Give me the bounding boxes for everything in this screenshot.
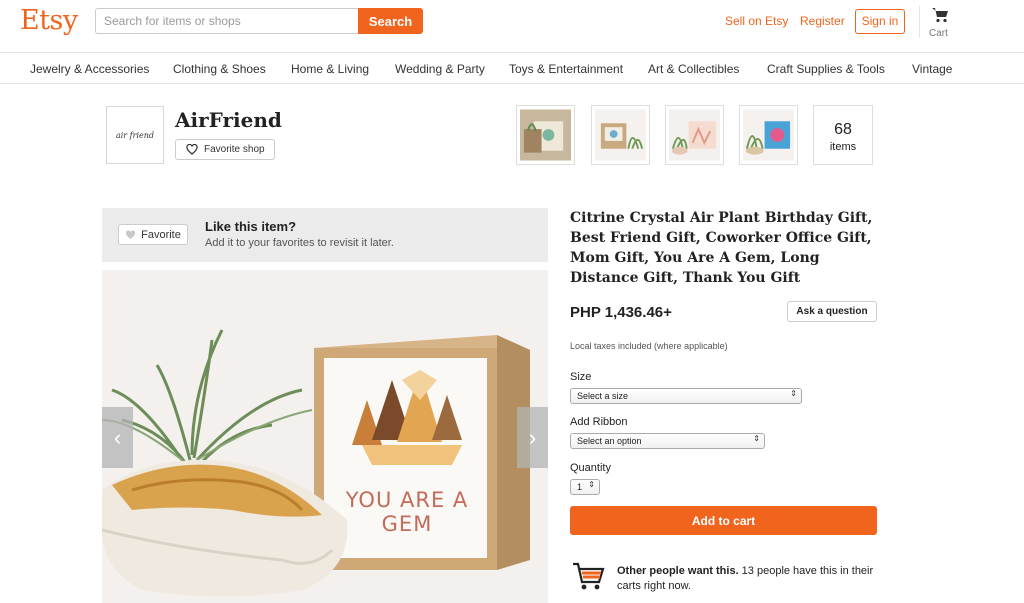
- shop-thumbnail-2[interactable]: [591, 105, 650, 165]
- select-arrows-icon: ⇕: [588, 480, 595, 489]
- select-arrows-icon: ⇕: [753, 434, 760, 443]
- shop-thumbnail-1[interactable]: [516, 105, 575, 165]
- search-input[interactable]: [95, 8, 358, 34]
- quantity-select[interactable]: 1 ⇕: [570, 479, 600, 495]
- category-home[interactable]: Home & Living: [291, 62, 369, 76]
- items-count: 68: [834, 121, 852, 138]
- favorite-shop-label: Favorite shop: [204, 144, 265, 155]
- size-label: Size: [570, 371, 592, 383]
- favorite-item-button[interactable]: Favorite: [118, 224, 188, 245]
- shop-thumbnail-3[interactable]: [665, 105, 724, 165]
- shop-logo[interactable]: air friend: [106, 106, 164, 164]
- ribbon-label: Add Ribbon: [570, 416, 628, 428]
- sell-on-etsy-link[interactable]: Sell on Etsy: [725, 14, 788, 28]
- add-to-cart-button[interactable]: Add to cart: [570, 506, 877, 535]
- next-image-button[interactable]: ›: [517, 407, 548, 468]
- category-nav: Jewelry & Accessories Clothing & Shoes H…: [0, 53, 1024, 84]
- shop-name[interactable]: AirFriend: [175, 108, 282, 132]
- search-button[interactable]: Search: [358, 8, 423, 34]
- gift-box-thumbnail-icon: [520, 109, 571, 161]
- items-label: items: [829, 141, 857, 153]
- product-photo-illustration: [102, 270, 548, 603]
- register-link[interactable]: Register: [800, 14, 845, 28]
- box-text: YOU ARE A GEM: [345, 488, 469, 536]
- ask-question-button[interactable]: Ask a question: [787, 301, 877, 322]
- product-title: Citrine Crystal Air Plant Birthday Gift,…: [570, 210, 873, 286]
- plant-card-thumbnail-icon: [669, 109, 720, 161]
- category-craft[interactable]: Craft Supplies & Tools: [767, 62, 885, 76]
- size-select-value: Select a size: [577, 391, 629, 401]
- category-clothing[interactable]: Clothing & Shoes: [173, 62, 266, 76]
- plant-box-thumbnail-icon: [595, 109, 646, 161]
- select-arrows-icon: ⇕: [790, 389, 797, 398]
- quantity-label: Quantity: [570, 462, 611, 474]
- demand-message: Other people want this. 13 people have t…: [617, 564, 877, 594]
- demand-message-bold: Other people want this.: [617, 565, 739, 577]
- heart-icon: [186, 144, 198, 155]
- etsy-logo[interactable]: Etsy: [20, 5, 78, 36]
- ribbon-select[interactable]: Select an option ⇕: [570, 433, 765, 449]
- category-vintage[interactable]: Vintage: [912, 62, 952, 76]
- category-art[interactable]: Art & Collectibles: [648, 62, 739, 76]
- site-header: Etsy Search Sell on Etsy Register Sign i…: [0, 0, 1024, 53]
- product-price: PHP 1,436.46+: [570, 304, 672, 321]
- sign-in-button[interactable]: Sign in: [855, 9, 905, 34]
- taxes-note: Local taxes included (where applicable): [570, 341, 728, 351]
- favorite-item-banner: Favorite Like this item? Add it to your …: [102, 208, 548, 262]
- product-image[interactable]: YOU ARE A GEM: [102, 270, 548, 603]
- ribbon-select-value: Select an option: [577, 436, 642, 446]
- size-select[interactable]: Select a size ⇕: [570, 388, 802, 404]
- category-jewelry[interactable]: Jewelry & Accessories: [30, 62, 149, 76]
- favorite-banner-subtitle: Add it to your favorites to revisit it l…: [205, 237, 394, 249]
- category-toys[interactable]: Toys & Entertainment: [509, 62, 623, 76]
- cart-icon[interactable]: [931, 7, 949, 23]
- favorite-banner-title: Like this item?: [205, 219, 297, 234]
- cart-label[interactable]: Cart: [929, 28, 948, 39]
- favorite-item-label: Favorite: [141, 228, 181, 241]
- category-wedding[interactable]: Wedding & Party: [395, 62, 485, 76]
- shop-items-count-box[interactable]: 68 items: [813, 105, 873, 165]
- quantity-select-value: 1: [577, 482, 583, 492]
- prev-image-button[interactable]: ‹: [102, 407, 133, 468]
- heart-icon: [126, 229, 136, 239]
- favorite-shop-button[interactable]: Favorite shop: [175, 139, 275, 160]
- header-divider: [919, 6, 920, 38]
- shop-thumbnail-4[interactable]: [739, 105, 798, 165]
- shopping-cart-demand-icon: [573, 562, 605, 590]
- plant-card-blue-thumbnail-icon: [743, 109, 794, 161]
